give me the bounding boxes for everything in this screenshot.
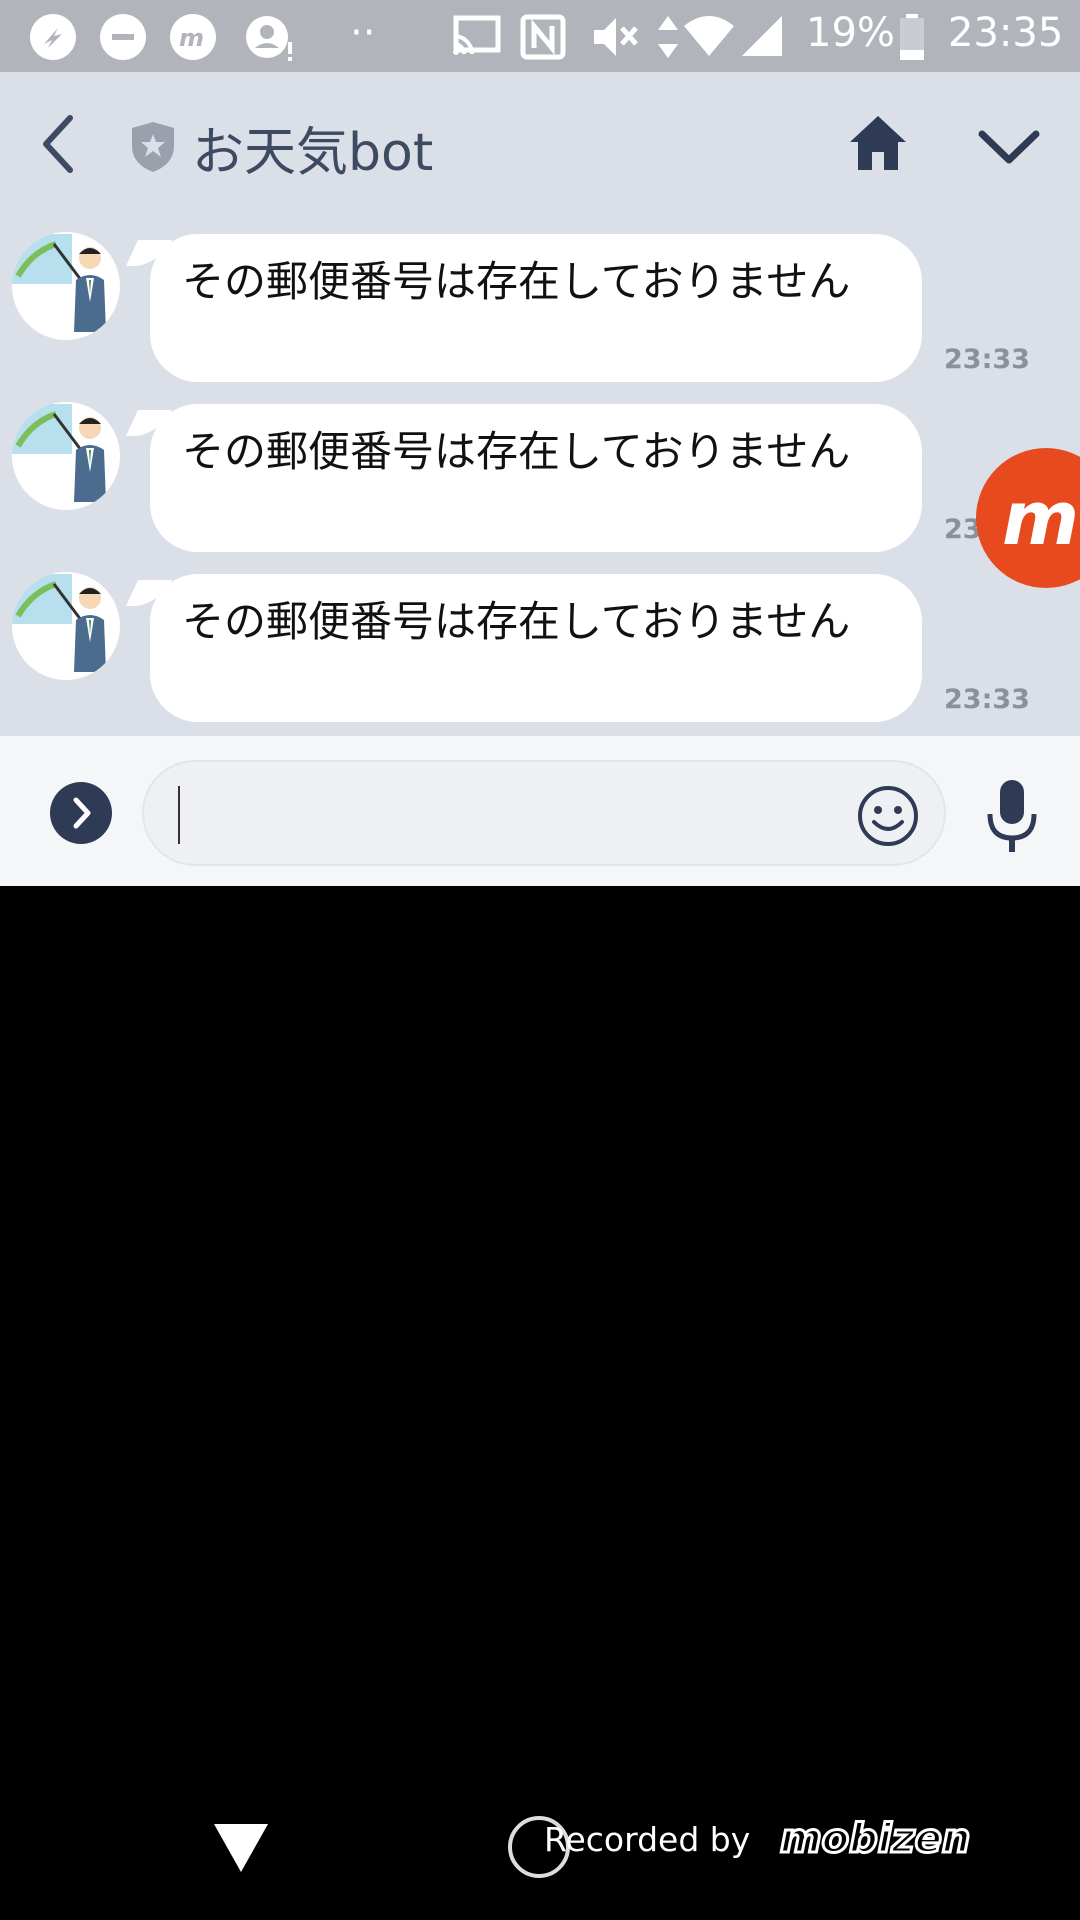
status-overflow-dots: ·· bbox=[350, 10, 376, 56]
bot-avatar[interactable] bbox=[12, 572, 120, 680]
bot-avatar[interactable] bbox=[12, 402, 120, 510]
message-text: その郵便番号は存在しておりません bbox=[182, 257, 851, 306]
chat-header: お天気bot bbox=[0, 72, 1080, 220]
message-row: その郵便番号は存在しておりません 23:33 bbox=[0, 566, 1080, 722]
svg-text:m: m bbox=[179, 24, 204, 52]
message-text: その郵便番号は存在しておりません bbox=[182, 597, 851, 646]
emoji-icon[interactable] bbox=[856, 784, 920, 848]
clock: 23:35 bbox=[948, 10, 1064, 56]
message-bubble[interactable]: その郵便番号は存在しておりません bbox=[150, 574, 922, 722]
message-row: その郵便番号は存在しておりません 23:33 bbox=[0, 226, 1080, 382]
recorded-by-text: Recorded by bbox=[544, 1820, 751, 1859]
expand-menu-button[interactable] bbox=[50, 782, 112, 844]
chat-title: お天気bot bbox=[192, 123, 434, 183]
battery-percent: 19% bbox=[806, 10, 895, 56]
message-time: 23:33 bbox=[944, 344, 1030, 375]
microphone-icon[interactable] bbox=[984, 778, 1040, 856]
message-row: その郵便番号は存在しておりません 23:33 bbox=[0, 396, 1080, 552]
data-arrows-icon bbox=[656, 14, 680, 64]
cast-icon bbox=[450, 14, 502, 62]
wifi-icon bbox=[684, 14, 734, 62]
mobizen-logo: mobizen bbox=[778, 1815, 971, 1864]
back-button[interactable] bbox=[30, 108, 90, 178]
status-bar: m ·· 19% 23:35 bbox=[0, 0, 1080, 72]
chat-history[interactable]: その郵便番号は存在しておりません 23:33 その郵便番号は存在しておりません … bbox=[0, 220, 1080, 736]
message-bubble[interactable]: その郵便番号は存在しておりません bbox=[150, 404, 922, 552]
mobizen-status-icon: m bbox=[170, 14, 216, 60]
message-time: 23:33 bbox=[944, 684, 1030, 715]
bot-avatar[interactable] bbox=[12, 232, 120, 340]
message-input-bar bbox=[0, 736, 1080, 886]
notification-app-icon bbox=[30, 14, 76, 60]
home-button[interactable] bbox=[846, 112, 910, 176]
do-not-disturb-icon bbox=[100, 14, 146, 60]
message-bubble[interactable]: その郵便番号は存在しておりません bbox=[150, 234, 922, 382]
nfc-icon bbox=[520, 14, 566, 64]
hide-keyboard-button[interactable] bbox=[210, 1820, 272, 1876]
recorded-by-watermark: Recorded by mobizen bbox=[508, 1812, 1068, 1882]
message-input[interactable] bbox=[142, 760, 946, 866]
official-account-shield-icon bbox=[130, 120, 176, 174]
mobizen-m-icon: m bbox=[1002, 476, 1080, 562]
message-text: その郵便番号は存在しておりません bbox=[182, 427, 851, 476]
account-alert-icon bbox=[246, 14, 296, 68]
chevron-down-icon[interactable] bbox=[974, 122, 1044, 172]
mute-icon bbox=[590, 14, 642, 64]
text-caret bbox=[178, 786, 180, 844]
battery-icon bbox=[898, 14, 926, 64]
cell-signal-icon bbox=[740, 14, 784, 62]
